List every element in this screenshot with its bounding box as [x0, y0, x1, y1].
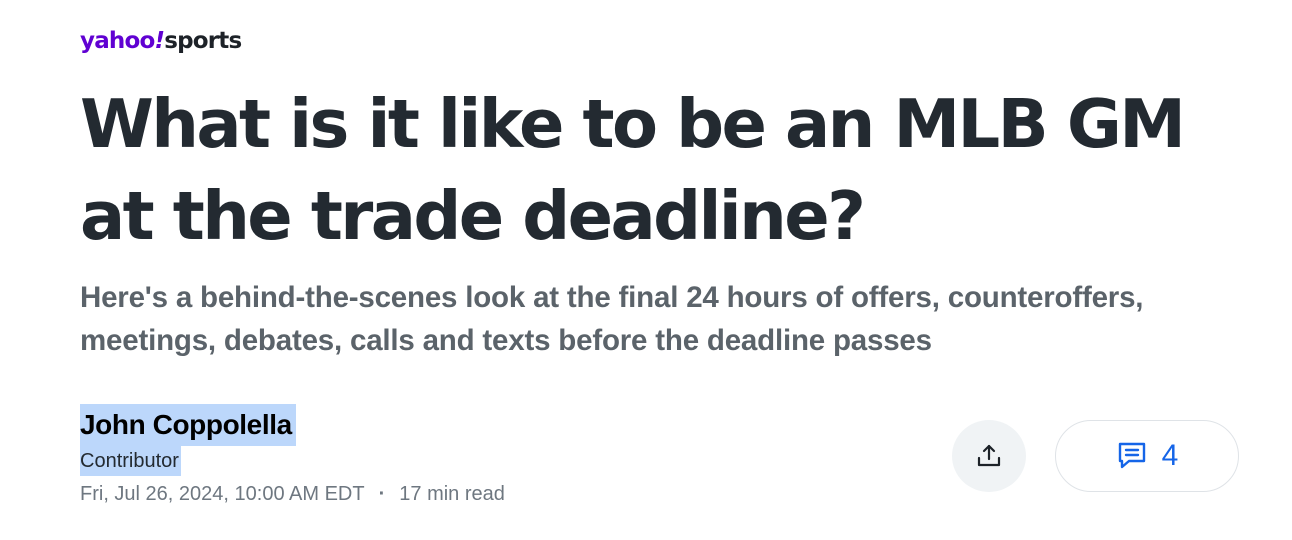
- author-name[interactable]: John Coppolella: [80, 404, 296, 446]
- author-role: Contributor: [80, 446, 181, 476]
- article-subheadline: Here's a behind-the-scenes look at the f…: [80, 281, 1144, 357]
- meta-separator: ·: [378, 483, 386, 505]
- share-button[interactable]: [952, 420, 1026, 492]
- byline: John Coppolella Contributor: [80, 404, 296, 476]
- comments-count: 4: [1161, 439, 1179, 472]
- publish-date: Fri, Jul 26, 2024, 10:00 AM EDT: [80, 483, 365, 505]
- logo-brand: yahoo: [80, 28, 155, 54]
- yahoo-sports-logo[interactable]: yahoo! sports: [80, 26, 242, 56]
- share-icon: [976, 443, 1002, 469]
- comments-button[interactable]: 4: [1055, 420, 1239, 492]
- read-time: 17 min read: [399, 483, 505, 505]
- comment-icon: [1116, 441, 1148, 471]
- logo-section: sports: [164, 28, 242, 54]
- article-meta: Fri, Jul 26, 2024, 10:00 AM EDT · 17 min r…: [80, 479, 505, 509]
- article-headline: What is it like to be an MLB GM at the t…: [80, 85, 1186, 255]
- logo-brand-mark: !: [154, 28, 165, 54]
